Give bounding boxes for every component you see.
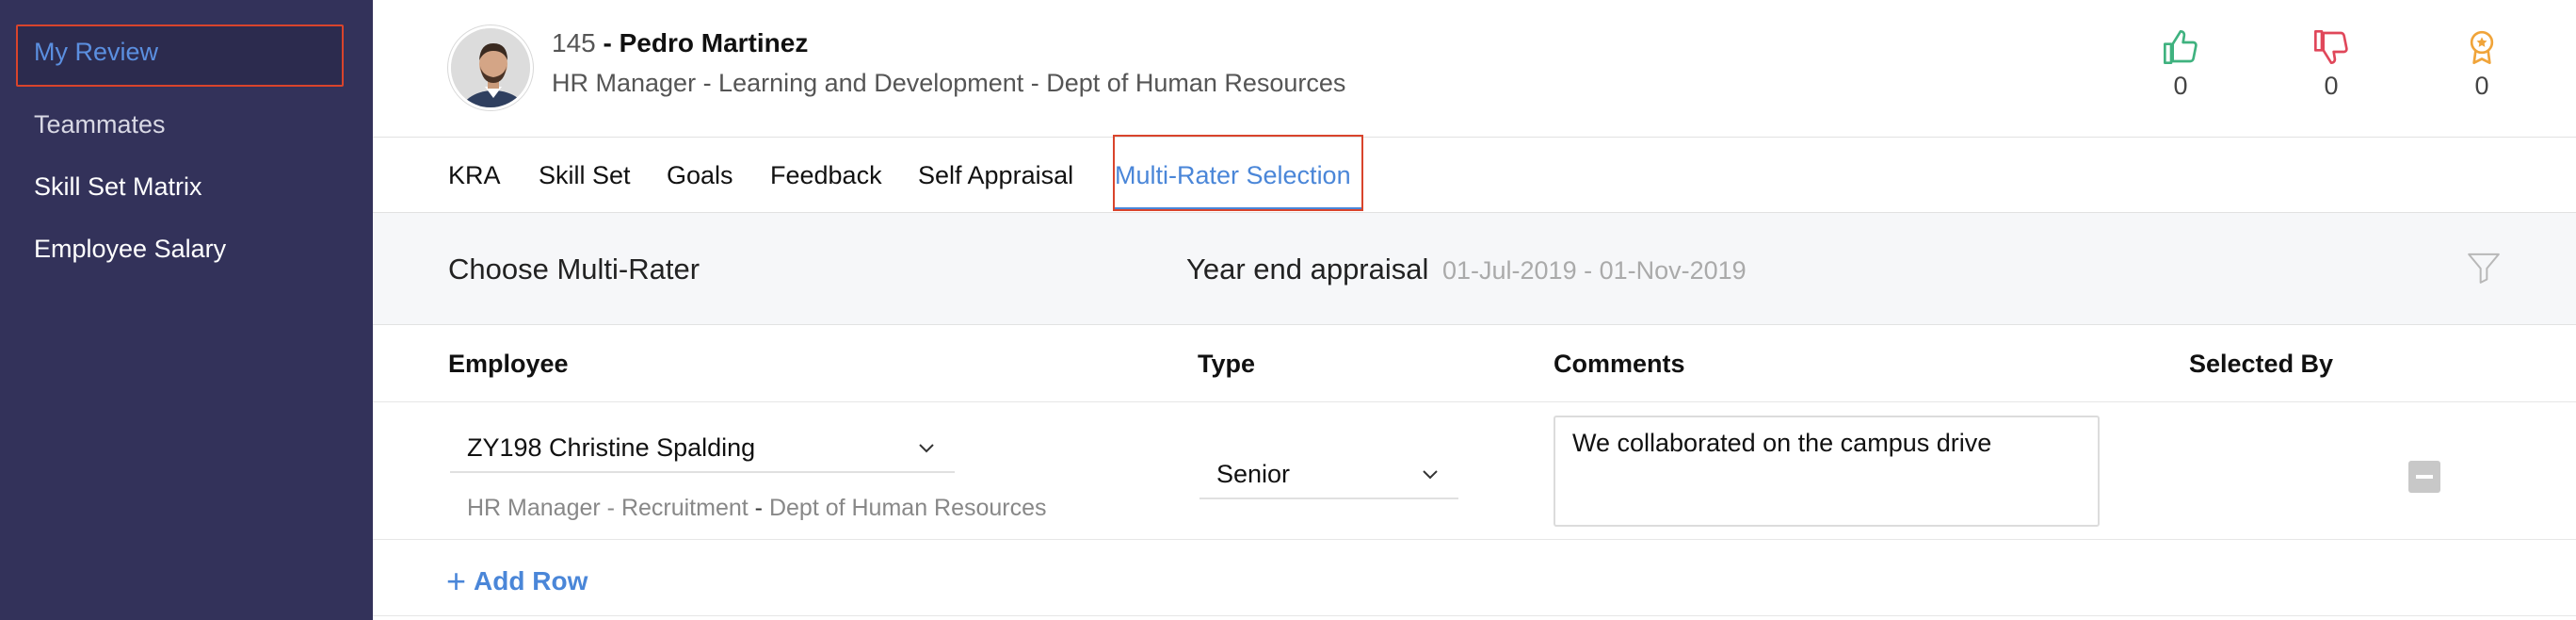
remove-row-button[interactable] <box>2408 461 2440 493</box>
comment-textarea[interactable]: We collaborated on the campus drive <box>1554 416 2100 527</box>
sidebar-item-teammates[interactable]: Teammates <box>34 110 166 139</box>
filter-icon <box>2468 253 2500 284</box>
sidebar: My Review Teammates Skill Set Matrix Emp… <box>0 0 373 620</box>
employee-select-subtitle: HR Manager - Recruitment - Dept of Human… <box>467 495 1047 522</box>
type-select[interactable]: Senior <box>1199 447 1458 499</box>
avatar <box>448 25 533 110</box>
likes-count: 0 <box>2173 72 2188 100</box>
filter-button[interactable] <box>2465 249 2503 291</box>
appraisal-cycle-name: Year end appraisal <box>1186 253 1429 286</box>
employee-role: HR Manager - Learning and Development - … <box>552 69 1346 97</box>
section-title: Choose Multi-Rater <box>448 253 700 286</box>
dislikes-stat[interactable]: 0 <box>2303 28 2359 101</box>
column-header-selected-by: Selected By <box>2189 350 2334 378</box>
add-row-label: Add Row <box>474 566 588 596</box>
sidebar-item-my-review[interactable]: My Review <box>34 38 158 67</box>
employee-select[interactable]: ZY198 Christine Spalding <box>450 420 955 473</box>
tab-self-appraisal[interactable]: Self Appraisal <box>918 161 1073 190</box>
employee-id: 145 <box>552 28 596 57</box>
awards-count: 0 <box>2474 72 2489 100</box>
column-header-comments: Comments <box>1554 350 1685 378</box>
bottom-divider <box>373 615 2576 616</box>
likes-stat[interactable]: 0 <box>2152 28 2209 101</box>
employee-name: Pedro Martinez <box>619 28 809 57</box>
tab-kra[interactable]: KRA <box>448 161 501 190</box>
tab-skill-set[interactable]: Skill Set <box>539 161 631 190</box>
header-row-divider <box>373 401 2576 402</box>
thumbs-up-icon <box>2164 30 2198 64</box>
data-row-divider <box>373 539 2576 540</box>
awards-stat[interactable]: 0 <box>2454 28 2510 101</box>
sidebar-item-skill-set-matrix[interactable]: Skill Set Matrix <box>34 172 202 202</box>
tab-goals[interactable]: Goals <box>667 161 733 190</box>
active-tab-highlight <box>1113 135 1363 211</box>
header-divider <box>373 137 2576 138</box>
avatar-photo <box>451 28 530 107</box>
type-select-value: Senior <box>1216 460 1291 488</box>
column-header-employee: Employee <box>448 350 569 378</box>
thumbs-down-icon <box>2314 30 2348 64</box>
employee-role-text: HR Manager - Recruitment <box>467 495 749 521</box>
employee-subtitle-separator: - <box>754 495 763 521</box>
add-row-button[interactable]: + Add Row <box>446 559 588 600</box>
employee-select-value: ZY198 Christine Spalding <box>467 433 756 462</box>
dislikes-count: 0 <box>2324 72 2339 100</box>
column-header-type: Type <box>1198 350 1256 378</box>
chevron-down-icon <box>919 444 934 453</box>
employee-dept-text: Dept of Human Resources <box>768 495 1047 521</box>
appraisal-cycle-range: 01-Jul-2019 - 01-Nov-2019 <box>1442 256 1747 285</box>
plus-icon: + <box>446 562 467 600</box>
sidebar-item-employee-salary[interactable]: Employee Salary <box>34 235 226 264</box>
chevron-down-icon <box>1423 470 1438 480</box>
award-badge-icon <box>2470 30 2494 64</box>
employee-name-prefix: - <box>603 28 620 57</box>
employee-title-line: 145 - Pedro Martinez <box>552 28 808 58</box>
tab-feedback[interactable]: Feedback <box>770 161 882 190</box>
